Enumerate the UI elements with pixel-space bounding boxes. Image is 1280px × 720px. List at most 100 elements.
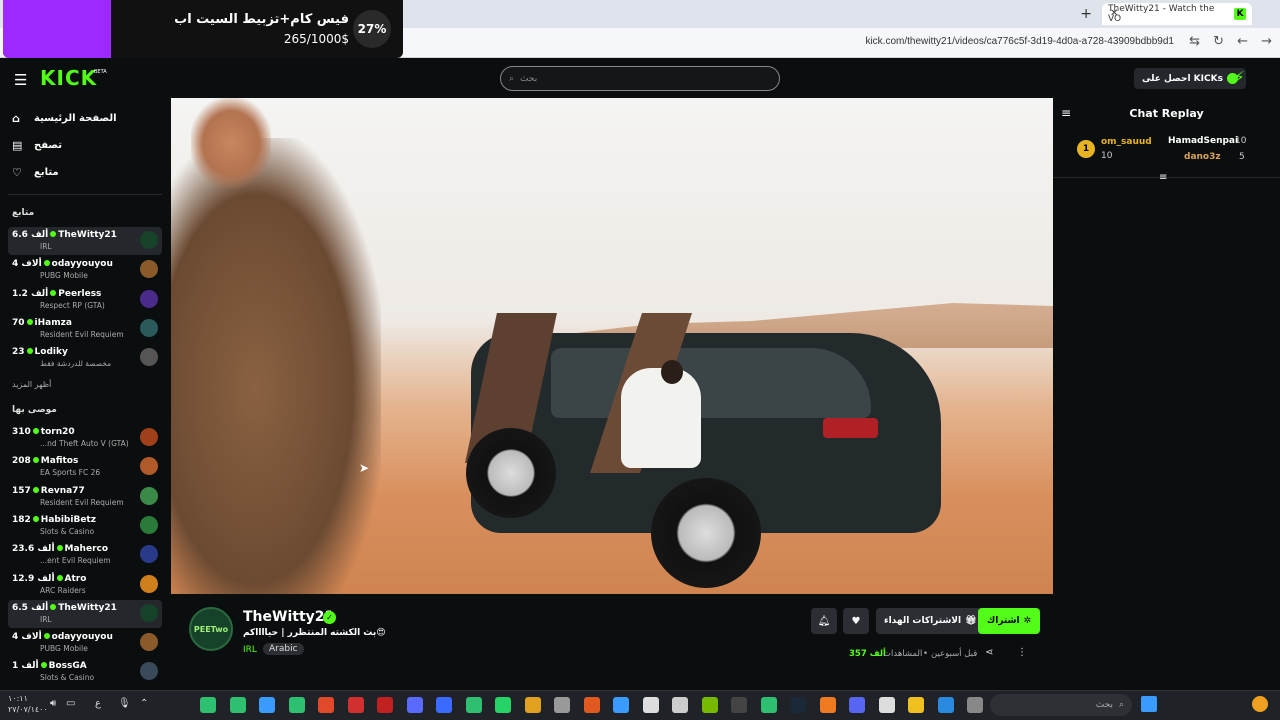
taskbar-app-icon[interactable] — [731, 697, 747, 713]
mic-icon[interactable]: 🎙︎ — [118, 698, 131, 709]
taskbar-app-icon[interactable] — [318, 697, 334, 713]
channel-category: مخصصة للدردشة فقط — [40, 359, 112, 369]
taskbar-app-icon[interactable] — [524, 697, 541, 713]
network-icon[interactable]: ▭ — [66, 698, 75, 709]
translate-icon[interactable]: ⇆ — [1189, 34, 1200, 49]
notification-bell-button[interactable]: 🔔︎ — [811, 608, 837, 634]
sidebar-item-browse[interactable]: ▤ تصفح — [12, 139, 62, 152]
weather-icon[interactable] — [1252, 696, 1268, 712]
live-dot-icon — [50, 289, 57, 296]
sidebar-item-home[interactable]: ⌂ الصفحة الرئيسية — [12, 112, 117, 125]
taskbar-app-icon[interactable] — [200, 697, 216, 713]
category-link[interactable]: IRL — [243, 645, 257, 655]
sidebar-channel-item[interactable]: 12.9 ألف Atro ARC Raiders — [8, 571, 162, 599]
taskbar-search[interactable]: بحث ⌕ — [990, 694, 1132, 716]
sidebar-channel-item[interactable]: 70 iHamza Resident Evil Requiem — [8, 315, 162, 343]
bolt-icon[interactable]: ⚡ — [1234, 68, 1245, 86]
taskbar-clock[interactable]: ١٠:١١ ٢٧/٠٧/١٤٠٠ — [8, 693, 48, 715]
sidebar-channel-item[interactable]: 182 HabibiBetz Slots & Casino — [8, 512, 162, 540]
taskbar-app-icon[interactable] — [701, 697, 718, 713]
taskbar-app-icon[interactable] — [347, 697, 364, 713]
kick-logo[interactable]: KICK — [40, 66, 97, 90]
new-tab-button[interactable]: + — [1080, 6, 1092, 22]
leaderboard-name[interactable]: HamadSenpai — [1168, 136, 1238, 146]
expand-leaderboard-icon[interactable]: ≡ — [1159, 172, 1167, 183]
channel-viewer-count: 157 — [12, 485, 31, 496]
taskbar-app-icon[interactable] — [760, 697, 777, 713]
taskbar-app-icon[interactable] — [495, 697, 511, 713]
gift-subs-button[interactable]: الاشتراكات الهداء 🎁︎ — [876, 608, 985, 634]
forward-icon[interactable]: ← — [1237, 34, 1248, 49]
leaderboard-name[interactable]: om_sauud — [1101, 137, 1152, 147]
clock-time: ١٠:١١ — [8, 694, 28, 703]
sidebar-channel-item[interactable]: 157 Revna77 Resident Evil Requiem — [8, 483, 162, 511]
channel-avatar — [140, 603, 158, 622]
subscribe-button[interactable]: اشتراك ✲ — [978, 608, 1041, 634]
search-icon: ⌕ — [509, 73, 515, 84]
search-box[interactable]: ⌕ بحث — [500, 66, 780, 91]
taskbar-app-icon[interactable] — [613, 697, 629, 713]
star-icon: ✲ — [1023, 616, 1032, 626]
meta-separator: • — [923, 649, 929, 659]
back-icon[interactable]: → — [1261, 34, 1272, 49]
language-indicator[interactable]: ع — [95, 698, 101, 709]
share-icon[interactable]: ⋖ — [985, 647, 993, 658]
taskbar-app-icon[interactable] — [672, 697, 688, 713]
url-text[interactable]: kick.com/thewitty21/videos/ca776c5f-3d19… — [865, 36, 1174, 47]
search-input[interactable]: بحث — [520, 74, 537, 84]
taskbar-app-icon[interactable] — [790, 697, 806, 713]
channel-category: Resident Evil Requiem — [40, 497, 124, 507]
taskbar-app-icon[interactable] — [259, 697, 275, 713]
channel-viewers-line: 208 Mafitos — [12, 456, 78, 466]
tray-chevron-icon[interactable]: ⌃ — [140, 698, 148, 709]
channel-name[interactable]: TheWitty21 — [243, 609, 334, 625]
get-kicks-button[interactable]: احصل على KICKs — [1134, 68, 1246, 89]
menu-icon[interactable]: ☰ — [14, 71, 27, 89]
more-options-icon[interactable]: ⋮ — [1017, 647, 1027, 658]
channel-avatar[interactable]: PEETwo — [189, 607, 233, 651]
sidebar-channel-item[interactable]: 4 ألاف odayyouyou PUBG Mobile — [8, 629, 162, 657]
taskbar-search-input[interactable]: بحث — [1096, 700, 1113, 710]
taskbar-app-icon[interactable] — [937, 697, 954, 713]
sidebar-channel-item[interactable]: 1.2 ألف Peerless Respect RP (GTA) — [8, 286, 162, 314]
taskbar-app-icon[interactable] — [642, 697, 659, 713]
time-ago: قبل أسبوعين — [931, 649, 978, 659]
taskbar-app-icon[interactable] — [967, 697, 983, 713]
taskbar-app-icon[interactable] — [229, 697, 246, 713]
taskbar-app-icon[interactable] — [554, 697, 570, 713]
video-scene-person — [621, 368, 701, 468]
taskbar-app-icon[interactable] — [436, 697, 452, 713]
collapse-chat-icon[interactable]: ≡ — [1061, 106, 1071, 120]
start-button-icon[interactable] — [1141, 696, 1157, 712]
browser-tab[interactable]: K TheWitty21 - Watch the VO ✕ — [1102, 3, 1252, 25]
reload-icon[interactable]: ↻ — [1213, 34, 1224, 49]
leaderboard-name[interactable]: dano3z — [1184, 152, 1221, 162]
taskbar-app-icon[interactable] — [583, 697, 600, 713]
show-more-link[interactable]: أظهر المزيد — [12, 380, 51, 389]
sidebar-channel-item[interactable]: 310 torn20 ...nd Theft Auto V (GTA) — [8, 424, 162, 452]
sidebar-item-following[interactable]: ♡ متابع — [12, 166, 59, 179]
taskbar-app-icon[interactable] — [288, 697, 305, 713]
live-dot-icon — [40, 662, 47, 669]
video-player[interactable]: ➤ — [171, 98, 1053, 594]
taskbar-app-icon[interactable] — [377, 697, 393, 713]
volume-icon[interactable]: 🔊︎ — [50, 698, 56, 709]
taskbar-app-icon[interactable] — [465, 697, 482, 713]
close-tab-icon[interactable]: ✕ — [1110, 8, 1118, 19]
language-tag[interactable]: Arabic — [263, 643, 304, 655]
sidebar-channel-item[interactable]: 4 ألاف odayyouyou PUBG Mobile — [8, 256, 162, 284]
sidebar-channel-item[interactable]: 23.6 ألف Maherco ...ent Evil Requiem — [8, 541, 162, 569]
sidebar-channel-item[interactable]: 23 Lodiky مخصصة للدردشة فقط — [8, 344, 162, 372]
taskbar-app-icon[interactable] — [406, 697, 423, 713]
taskbar-app-icon[interactable] — [878, 697, 895, 713]
taskbar-app-icon[interactable] — [908, 697, 924, 713]
taskbar-app-icon[interactable] — [819, 697, 836, 713]
sidebar-channel-item[interactable]: 6.5 ألف TheWitty21 IRL — [8, 599, 162, 628]
sidebar-channel-item[interactable]: 6.6 ألف TheWitty21 IRL — [8, 227, 162, 255]
channel-viewers-line: 4 ألاف odayyouyou — [12, 632, 113, 642]
live-dot-icon — [43, 260, 50, 267]
follow-button[interactable]: ♥ — [843, 608, 869, 634]
sidebar-channel-item[interactable]: 1 ألف BossGA Slots & Casino — [8, 658, 162, 686]
sidebar-channel-item[interactable]: 208 Mafitos EA Sports FC 26 — [8, 453, 162, 481]
taskbar-app-icon[interactable] — [849, 697, 865, 713]
